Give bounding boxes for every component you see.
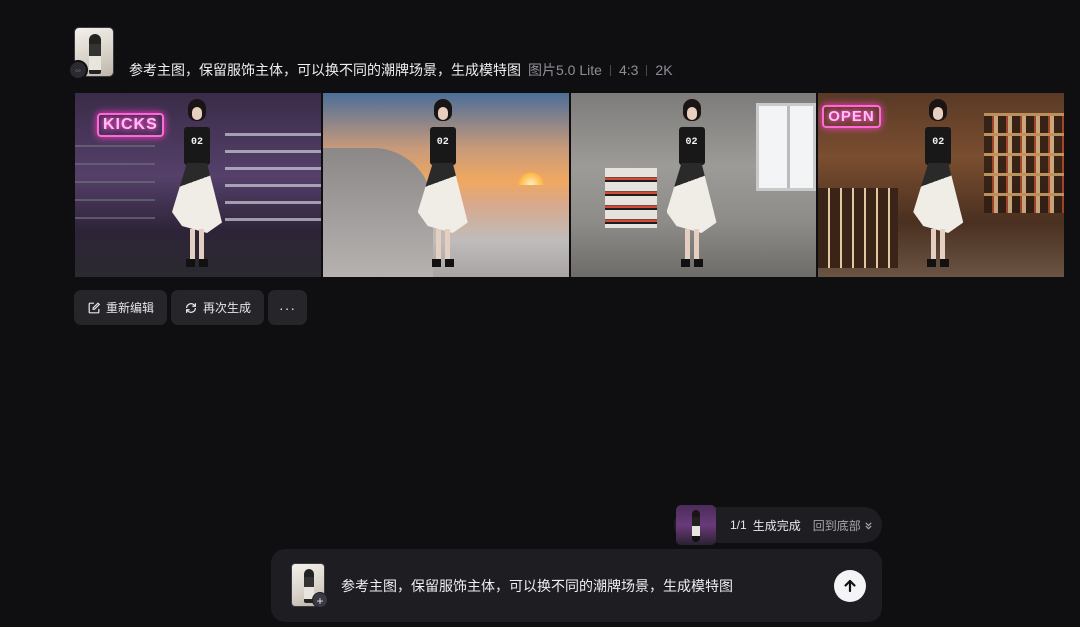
divider xyxy=(609,64,611,76)
result-actions: 重新编辑 再次生成 ··· xyxy=(74,290,308,325)
chevron-down-double-icon xyxy=(865,521,872,529)
neon-sign: KICKS xyxy=(97,113,164,137)
record-shelves xyxy=(984,113,1064,213)
aspect-ratio: 4:3 xyxy=(618,62,639,78)
sneaker-shelves xyxy=(75,133,155,233)
back-to-bottom-label: 回到底部 xyxy=(812,518,861,533)
model-figure: 02 xyxy=(168,99,226,269)
generated-image-1[interactable]: KICKS 02 xyxy=(75,93,321,277)
edit-icon xyxy=(88,301,101,313)
status-done-label: 生成完成 xyxy=(752,518,801,533)
add-reference-button[interactable]: + xyxy=(312,592,328,608)
model-name: 图片5.0 Lite xyxy=(528,62,602,78)
more-options-button[interactable]: ··· xyxy=(268,290,308,325)
reedit-label: 重新编辑 xyxy=(106,301,155,315)
status-count: 1/1 xyxy=(730,518,747,532)
prompt-composer[interactable]: + 参考主图，保留服饰主体，可以换不同的潮牌场景，生成模特图 xyxy=(271,549,882,622)
model-figure: 02 xyxy=(663,99,721,269)
sunset-sun xyxy=(517,171,544,185)
prompt-text: 参考主图，保留服饰主体，可以换不同的潮牌场景，生成模特图 xyxy=(129,62,521,78)
reedit-button[interactable]: 重新编辑 xyxy=(74,290,168,325)
composer-input[interactable]: 参考主图，保留服饰主体，可以换不同的潮牌场景，生成模特图 xyxy=(341,576,733,596)
window xyxy=(755,103,816,191)
arrow-up-icon xyxy=(844,579,856,593)
neon-sign: OPEN xyxy=(822,105,881,128)
model-figure: 02 xyxy=(909,99,967,269)
regenerate-label: 再次生成 xyxy=(203,301,252,315)
reference-badge-icon: ◦◦ xyxy=(68,60,88,80)
divider xyxy=(646,64,648,76)
generated-image-3[interactable]: 02 xyxy=(570,93,817,277)
generation-status: 1/1 生成完成 回到底部 xyxy=(674,505,882,545)
regenerate-button[interactable]: 再次生成 xyxy=(171,290,265,325)
generated-images-grid: KICKS 02 02 02 OPEN 02 xyxy=(75,93,1064,277)
sneaker-shelves xyxy=(225,123,321,233)
send-button[interactable] xyxy=(834,570,866,602)
shoe-boxes xyxy=(604,168,657,228)
generated-image-4[interactable]: OPEN 02 xyxy=(818,93,1064,277)
status-thumbnail[interactable] xyxy=(676,505,716,545)
resolution: 2K xyxy=(655,62,673,78)
refresh-icon xyxy=(186,302,197,313)
generated-image-2[interactable]: 02 xyxy=(322,93,569,277)
prompt-line: 参考主图，保留服饰主体，可以换不同的潮牌场景，生成模特图 图片5.0 Lite … xyxy=(129,60,673,80)
model-figure: 02 xyxy=(414,99,472,269)
back-to-bottom-link[interactable]: 回到底部 xyxy=(813,517,873,534)
record-crates xyxy=(818,188,899,268)
